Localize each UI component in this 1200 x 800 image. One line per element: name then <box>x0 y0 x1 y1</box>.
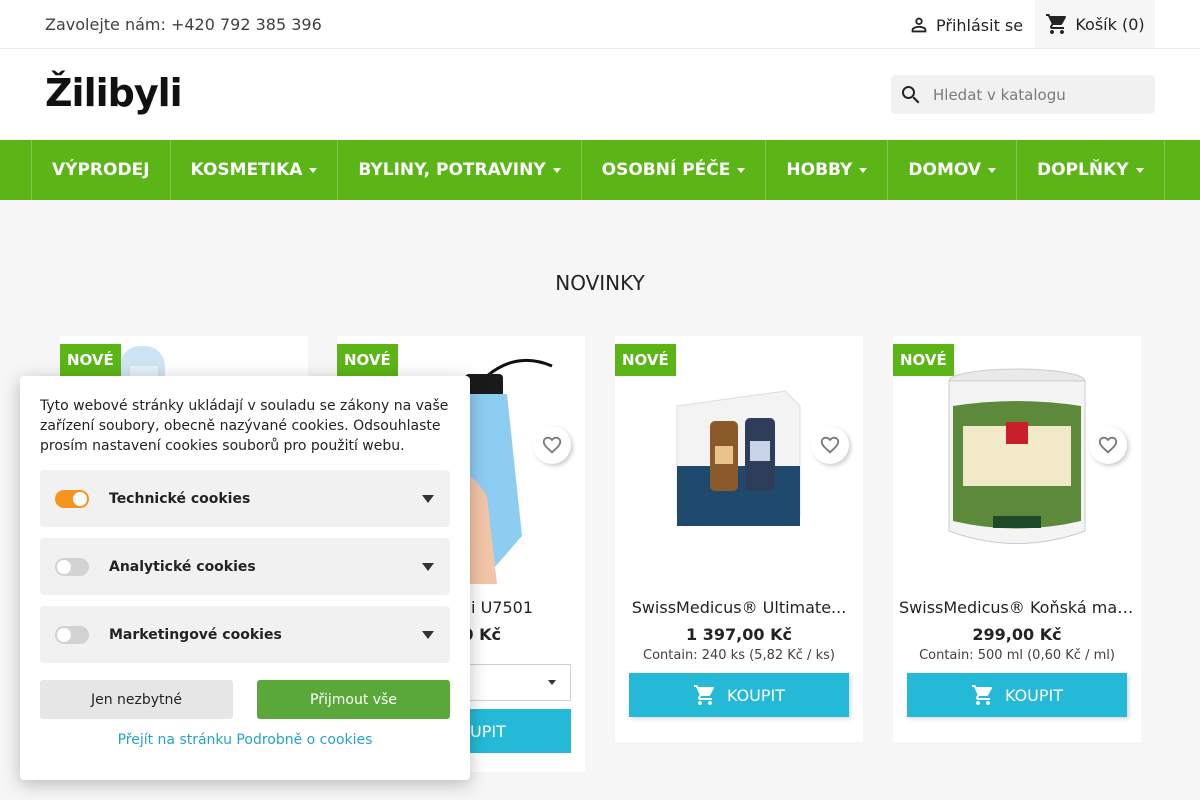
caret-down-icon <box>548 680 556 685</box>
cookie-row-technical[interactable]: Technické cookies <box>40 470 450 527</box>
login-link[interactable]: Přihlásit se <box>908 14 1023 36</box>
wishlist-button[interactable] <box>1089 426 1127 464</box>
cookie-row-label: Analytické cookies <box>109 558 256 575</box>
nav-item-kosmetika[interactable]: KOSMETIKA <box>169 140 338 200</box>
cookie-row-analytics[interactable]: Analytické cookies <box>40 538 450 595</box>
nav-item-osobni-pece[interactable]: OSOBNÍ PÉČE <box>580 140 766 200</box>
cart-button[interactable]: Košík (0) <box>1035 0 1155 48</box>
search-icon[interactable] <box>899 83 923 107</box>
wishlist-button[interactable] <box>533 426 571 464</box>
expand-arrow-icon[interactable] <box>422 631 434 639</box>
nav-item-label: VÝPRODEJ <box>52 160 150 180</box>
cart-icon <box>971 685 992 705</box>
essential-only-button[interactable]: Jen nezbytné <box>40 680 233 719</box>
cookie-toggle-marketing[interactable] <box>55 625 89 644</box>
contact-phone: Zavolejte nám: +420 792 385 396 <box>45 15 322 34</box>
nav-item-label: BYLINY, POTRAVINY <box>358 160 546 180</box>
caret-down-icon <box>1135 167 1144 173</box>
cart-label: Košík (0) <box>1075 14 1145 34</box>
logo[interactable]: Žilibyli <box>45 71 183 115</box>
toggle-knob <box>73 491 87 506</box>
caret-down-icon <box>552 167 561 173</box>
toggle-knob <box>57 559 71 574</box>
search-input[interactable] <box>933 85 1133 104</box>
main-nav: VÝPRODEJ KOSMETIKA BYLINY, POTRAVINY OSO… <box>0 140 1200 200</box>
product-unit-price: Contain: 500 ml (0,60 Kč / ml) <box>919 648 1115 663</box>
heart-icon <box>542 436 562 454</box>
nav-item-vyprodej[interactable]: VÝPRODEJ <box>31 140 170 200</box>
cart-icon <box>1046 14 1067 34</box>
cart-icon <box>693 685 714 705</box>
variant-select[interactable] <box>460 664 571 701</box>
product-card: NOVÉ SwissMedicus® Koňská mast... 299,00… <box>893 336 1141 742</box>
nav-item-label: OSOBNÍ PÉČE <box>601 160 731 180</box>
header: Žilibyli <box>0 49 1200 140</box>
product-name[interactable]: SwissMedicus® Ultimate... <box>615 598 863 617</box>
new-badge: NOVÉ <box>615 344 676 376</box>
cookie-row-label: Technické cookies <box>109 490 251 507</box>
product-image[interactable]: NOVÉ <box>615 336 863 584</box>
product-card: NOVÉ SwissMedicus® Ultimate... 1 397,00 … <box>615 336 863 742</box>
new-badge: NOVÉ <box>893 344 954 376</box>
nav-item-label: DOMOV <box>908 160 982 180</box>
section-title: NOVINKY <box>555 271 645 295</box>
user-icon <box>911 17 927 33</box>
nav-item-label: HOBBY <box>786 160 853 180</box>
buy-label: KOUPIT <box>726 685 786 705</box>
product-price: 1 397,00 Kč <box>686 625 792 644</box>
top-bar: Zavolejte nám: +420 792 385 396 Přihlási… <box>0 0 1200 49</box>
cookie-intro-text: Tyto webové stránky ukládají v souladu s… <box>40 398 449 454</box>
login-label: Přihlásit se <box>936 15 1024 35</box>
new-badge: NOVÉ <box>337 344 398 376</box>
caret-down-icon <box>737 167 746 173</box>
cookie-toggle-analytics[interactable] <box>55 557 89 576</box>
product-name[interactable]: SwissMedicus® Koňská mast... <box>893 598 1141 617</box>
buy-button[interactable]: UPIT <box>455 709 571 753</box>
cookie-consent-panel: Tyto webové stránky ukládají v souladu s… <box>20 376 470 780</box>
nav-item-hobby[interactable]: HOBBY <box>765 140 887 200</box>
search-box[interactable] <box>891 75 1155 114</box>
buy-button[interactable]: KOUPIT <box>907 673 1127 717</box>
expand-arrow-icon[interactable] <box>422 495 434 503</box>
cookie-toggle-technical[interactable] <box>55 489 89 508</box>
buy-label: UPIT <box>470 721 506 741</box>
cookie-details-link[interactable]: Přejít na stránku Podrobně o cookies <box>20 732 470 748</box>
caret-down-icon <box>309 167 318 173</box>
heart-icon <box>820 436 840 454</box>
nav-item-byliny[interactable]: BYLINY, POTRAVINY <box>337 140 580 200</box>
buy-button[interactable]: KOUPIT <box>629 673 849 717</box>
accept-all-button[interactable]: Přijmout vše <box>257 680 450 719</box>
nav-item-domov[interactable]: DOMOV <box>887 140 1016 200</box>
expand-arrow-icon[interactable] <box>422 563 434 571</box>
nav-item-doplnky[interactable]: DOPLŇKY <box>1016 140 1165 200</box>
cookie-row-label: Marketingové cookies <box>109 626 282 643</box>
toggle-knob <box>57 627 71 642</box>
buy-label: KOUPIT <box>1004 685 1064 705</box>
product-unit-price: Contain: 240 ks (5,82 Kč / ks) <box>643 648 835 663</box>
new-badge: NOVÉ <box>60 344 121 376</box>
cookie-row-marketing[interactable]: Marketingové cookies <box>40 606 450 663</box>
heart-icon <box>1098 436 1118 454</box>
product-price: 299,00 Kč <box>972 625 1062 644</box>
caret-down-icon <box>988 167 997 173</box>
nav-item-label: DOPLŇKY <box>1037 160 1129 180</box>
caret-down-icon <box>859 167 868 173</box>
nav-item-label: KOSMETIKA <box>190 160 303 180</box>
wishlist-button[interactable] <box>811 426 849 464</box>
product-image[interactable]: NOVÉ <box>893 336 1141 584</box>
